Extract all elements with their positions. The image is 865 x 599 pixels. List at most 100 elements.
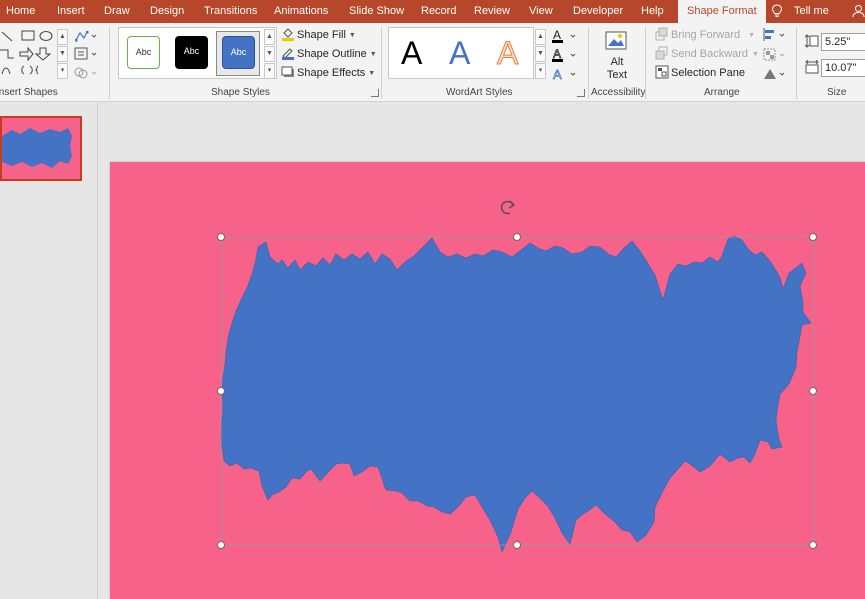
align-icon[interactable] [762,27,788,43]
group-separator [588,27,589,99]
text-outline-icon[interactable]: A [551,47,579,63]
slide-thumbnail-pane [0,103,98,599]
merge-shapes-icon[interactable] [74,66,98,80]
wordart-style-orange-outline[interactable]: A [496,35,518,72]
tab-insert[interactable]: Insert [57,0,85,23]
styles-scroll-down[interactable]: ▼ [264,46,275,62]
chevron-down-icon: ▼ [748,31,756,39]
tab-slide-show[interactable]: Slide Show [349,0,404,23]
shape-fill-label: Shape Fill [297,29,346,41]
shape-outline-icon [281,46,297,63]
chevron-down-icon: ▼ [348,31,356,39]
wordart-launcher-icon[interactable] [577,89,585,97]
lightbulb-icon [771,0,783,23]
resize-handle-middle-right[interactable] [809,387,817,395]
group-icon[interactable] [762,47,788,63]
text-box-icon[interactable] [74,47,98,61]
svg-text:A: A [553,67,562,82]
selection-pane-button[interactable]: Selection Pane [655,64,745,82]
shape-effects-button[interactable]: Shape Effects ▼ [281,64,375,82]
resize-handle-bottom-left[interactable] [217,541,225,549]
send-backward-button[interactable]: Send Backward ▼ [655,45,759,63]
shape-outline-button[interactable]: Shape Outline ▼ [281,45,377,63]
group-separator [645,27,646,99]
tab-home[interactable]: Home [6,0,35,23]
tab-view[interactable]: View [529,0,553,23]
accessibility-label: Accessibility [591,87,646,98]
resize-handle-middle-left[interactable] [217,387,225,395]
alt-text-label-line1: Alt [610,56,624,68]
shape-outline-label: Shape Outline [297,48,367,60]
alt-text-button[interactable]: Alt Text [596,27,638,85]
send-backward-icon [655,46,671,63]
slide-1[interactable] [110,162,865,599]
torn-paper-shape[interactable] [220,235,812,553]
shape-fill-button[interactable]: Shape Fill ▼ [281,26,356,44]
user-icon[interactable] [852,0,865,23]
svg-text:A: A [553,47,561,61]
resize-handle-top-right[interactable] [809,233,817,241]
bring-forward-button[interactable]: Bring Forward ▼ [655,26,755,44]
shapes-scroll-up[interactable]: ▲ [57,29,68,45]
shape-height-input[interactable]: 5.25" [821,33,865,51]
group-separator [381,27,382,99]
tell-me-search[interactable]: Tell me [794,0,829,23]
shape-style-black[interactable]: Abc [175,36,208,69]
swatch-label: Abc [230,47,247,57]
shape-style-outline-green[interactable]: Abc [127,36,160,69]
swatch-label: Abc [135,47,152,57]
shape-style-blue-selected[interactable]: Abc [222,36,255,69]
tab-draw[interactable]: Draw [104,0,130,23]
powerpoint-window: Home Insert Draw Design Transitions Anim… [0,0,865,599]
selection-pane-label: Selection Pane [671,67,745,79]
selection-pane-icon [655,65,671,82]
slide-editing-area [99,103,865,599]
arrange-label: Arrange [704,87,740,98]
alt-text-icon [605,29,629,56]
edit-shape-icon[interactable] [74,29,98,43]
wordart-scroll-up[interactable]: ▲ [535,29,546,45]
height-icon [804,34,819,51]
chevron-down-icon: ▼ [368,69,376,77]
wordart-more[interactable]: ▾ [535,63,546,79]
tab-design[interactable]: Design [150,0,184,23]
shape-effects-label: Shape Effects [297,67,366,79]
shapes-more[interactable]: ▾ [57,63,68,79]
shape-styles-label: Shape Styles [211,87,270,98]
svg-text:A: A [553,28,561,42]
shape-styles-launcher-icon[interactable] [371,89,379,97]
tab-review[interactable]: Review [474,0,510,23]
shape-fill-icon [281,27,297,44]
styles-more[interactable]: ▾ [264,63,275,79]
resize-handle-top-middle[interactable] [513,233,521,241]
tab-animations[interactable]: Animations [274,0,328,23]
chevron-down-icon: ▼ [369,50,377,58]
tab-help[interactable]: Help [641,0,664,23]
tab-developer[interactable]: Developer [573,0,623,23]
resize-handle-top-left[interactable] [217,233,225,241]
ribbon: ▲ ▼ ▾ Insert Shapes Abc Abc Abc ▲ ▼ ▾ Sh… [0,23,865,102]
tab-transitions[interactable]: Transitions [204,0,257,23]
text-effects-icon[interactable]: A [551,66,579,82]
wordart-style-plain[interactable]: A [401,35,422,71]
tab-shape-format[interactable]: Shape Format [678,0,766,23]
bring-forward-label: Bring Forward [671,29,741,41]
styles-scroll-up[interactable]: ▲ [264,29,275,45]
wordart-styles-label: WordArt Styles [446,87,513,98]
text-fill-icon[interactable]: A [551,28,579,44]
tab-record[interactable]: Record [421,0,456,23]
shapes-scroll-down[interactable]: ▼ [57,46,68,62]
resize-handle-bottom-right[interactable] [809,541,817,549]
rotate-icon[interactable] [762,66,788,82]
group-separator [796,27,797,99]
slide-thumbnail-1[interactable] [0,116,82,181]
wordart-scroll-down[interactable]: ▼ [535,46,546,62]
resize-handle-bottom-middle[interactable] [513,541,521,549]
rotation-handle-icon[interactable] [500,200,516,215]
width-icon [805,59,819,77]
wordart-style-blue[interactable]: A [449,35,470,71]
shape-width-input[interactable]: 10.07" [821,59,865,77]
send-backward-label: Send Backward [671,48,749,60]
size-label: Size [827,87,847,98]
thumbnail-shape [2,128,72,168]
